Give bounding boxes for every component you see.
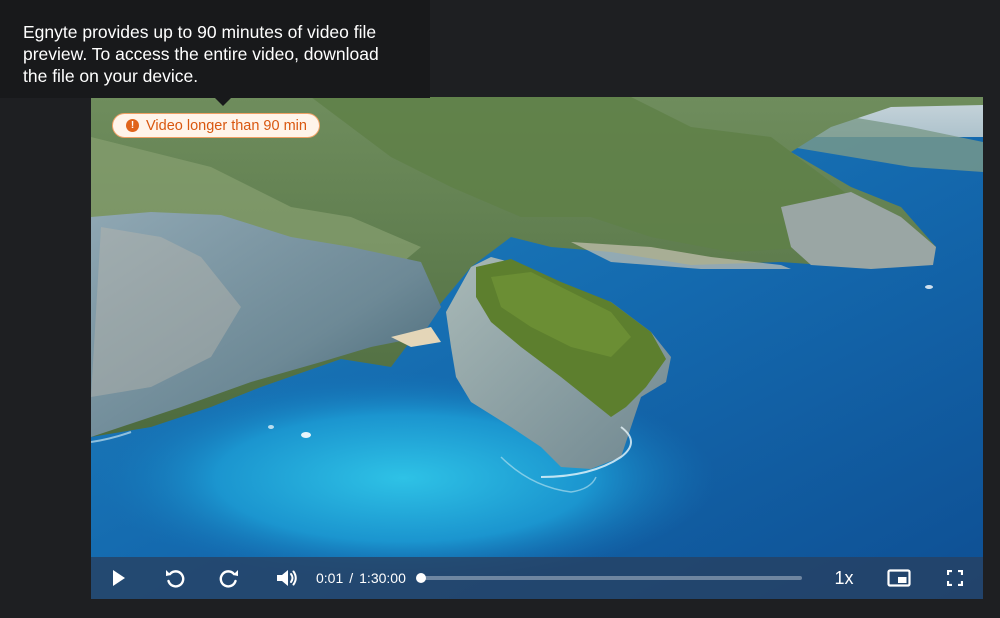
video-player[interactable] xyxy=(91,97,983,599)
progress-bar[interactable] xyxy=(416,573,802,583)
video-length-warning-badge: ! Video longer than 90 min xyxy=(112,113,320,138)
play-icon xyxy=(113,570,125,586)
picture-in-picture-icon xyxy=(887,569,911,587)
tooltip-arrow xyxy=(214,97,232,106)
picture-in-picture-button[interactable] xyxy=(883,557,915,599)
tooltip-line: preview. To access the entire video, dow… xyxy=(23,44,379,64)
preview-limit-tooltip: Egnyte provides up to 90 minutes of vide… xyxy=(0,0,430,98)
time-display: 0:01 / 1:30:00 xyxy=(316,557,406,599)
rewind-icon xyxy=(166,570,185,588)
video-frame-image xyxy=(91,97,983,599)
play-button[interactable] xyxy=(103,557,135,599)
badge-label: Video longer than 90 min xyxy=(146,117,307,134)
video-control-bar: 0:01 / 1:30:00 1x xyxy=(91,557,983,599)
fullscreen-button[interactable] xyxy=(939,557,971,599)
time-separator: / xyxy=(349,570,354,586)
progress-thumb[interactable] xyxy=(416,573,427,583)
tooltip-line: Egnyte provides up to 90 minutes of vide… xyxy=(23,22,377,42)
fullscreen-icon xyxy=(947,570,963,586)
forward-button[interactable] xyxy=(213,557,245,599)
playback-speed-button[interactable]: 1x xyxy=(827,557,861,599)
video-preview-page: Egnyte provides up to 90 minutes of vide… xyxy=(0,0,1000,618)
volume-button[interactable] xyxy=(271,557,303,599)
rewind-button[interactable] xyxy=(159,557,191,599)
volume-icon xyxy=(277,570,297,586)
tooltip-line: the file on your device. xyxy=(23,66,199,86)
exclamation-icon: ! xyxy=(126,119,139,132)
duration: 1:30:00 xyxy=(359,570,406,586)
forward-icon xyxy=(219,570,238,588)
current-time: 0:01 xyxy=(316,570,344,586)
